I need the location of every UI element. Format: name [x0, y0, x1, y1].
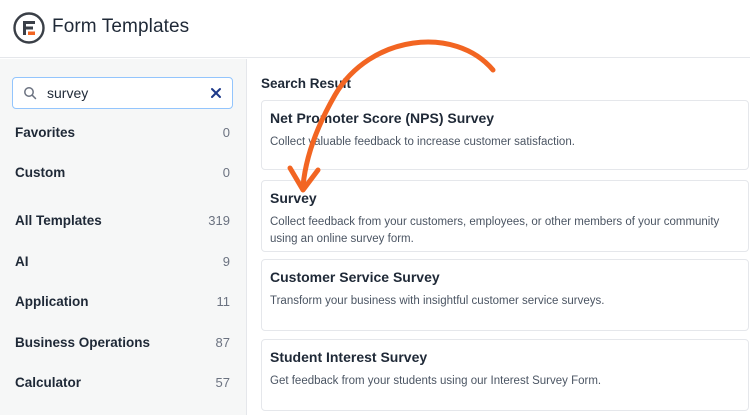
- sidebar-item-label: Application: [15, 293, 89, 309]
- template-card-survey[interactable]: Survey Collect feedback from your custom…: [261, 180, 749, 252]
- sidebar-item-count: 0: [222, 124, 230, 140]
- sidebar-item-count: 0: [222, 164, 230, 180]
- template-description: Get feedback from your students using ou…: [270, 375, 602, 387]
- header: Form Templates: [0, 0, 750, 58]
- sidebar-item-count: 57: [215, 374, 230, 390]
- sidebar-item-application[interactable]: Application 11: [0, 286, 247, 316]
- template-description: Collect feedback from your customers, em…: [270, 216, 720, 245]
- main-content: Search Result Net Promoter Score (NPS) S…: [248, 59, 750, 415]
- sidebar-item-count: 319: [208, 212, 230, 228]
- search-input[interactable]: [47, 83, 207, 103]
- template-title: Net Promoter Score (NPS) Survey: [270, 110, 495, 126]
- sidebar-item-ai[interactable]: AI 9: [0, 246, 247, 276]
- sidebar-item-all-templates[interactable]: All Templates 319: [0, 205, 247, 235]
- section-title: Search Result: [261, 76, 352, 91]
- template-title: Customer Service Survey: [270, 269, 440, 285]
- sidebar-item-label: Custom: [15, 164, 66, 180]
- sidebar-item-label: All Templates: [15, 212, 102, 228]
- sidebar-item-label: Calculator: [15, 374, 82, 390]
- logo-icon: [13, 12, 45, 44]
- app-window: Form Templates Favorites 0 Custom 0 All …: [0, 0, 750, 415]
- sidebar-item-favorites[interactable]: Favorites 0: [0, 117, 247, 147]
- close-icon[interactable]: [209, 86, 223, 100]
- search-box[interactable]: [12, 77, 233, 109]
- sidebar-item-count: 11: [216, 293, 231, 309]
- template-card-student-interest-survey[interactable]: Student Interest Survey Get feedback fro…: [261, 339, 749, 411]
- sidebar-item-calculator[interactable]: Calculator 57: [0, 367, 247, 397]
- search-icon: [24, 87, 37, 100]
- template-title: Student Interest Survey: [270, 349, 428, 365]
- sidebar-item-custom[interactable]: Custom 0: [0, 157, 247, 187]
- sidebar: Favorites 0 Custom 0 All Templates 319 A…: [0, 59, 247, 415]
- template-card-customer-service-survey[interactable]: Customer Service Survey Transform your b…: [261, 259, 749, 331]
- app-title: Form Templates: [52, 16, 190, 37]
- sidebar-item-label: Business Operations: [15, 334, 151, 350]
- sidebar-item-label: AI: [15, 253, 29, 269]
- sidebar-item-business-operations[interactable]: Business Operations 87: [0, 327, 247, 357]
- sidebar-item-count: 9: [222, 253, 230, 269]
- template-card-nps-survey[interactable]: Net Promoter Score (NPS) Survey Collect …: [261, 100, 749, 170]
- template-title: Survey: [270, 190, 317, 206]
- template-description: Transform your business with insightful …: [270, 295, 605, 307]
- sidebar-item-label: Favorites: [15, 124, 76, 140]
- sidebar-item-count: 87: [215, 334, 230, 350]
- template-description: Collect valuable feedback to increase cu…: [270, 136, 575, 148]
